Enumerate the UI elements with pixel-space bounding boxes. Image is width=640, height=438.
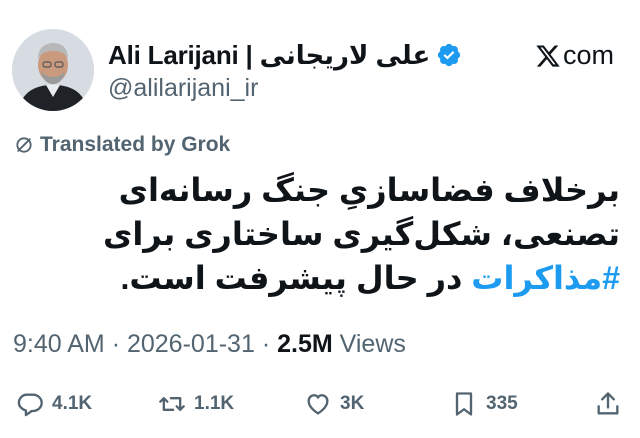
reply-button[interactable]: 4.1K <box>16 384 92 424</box>
post-time[interactable]: 9:40 AM <box>13 330 105 358</box>
like-count: 3K <box>340 393 365 414</box>
x-logo-text: com <box>562 40 614 70</box>
translation-label: Translated by Grok <box>40 133 231 156</box>
meta-separator: · <box>261 330 271 358</box>
post-text-before: برخلاف فضاسازیِ جنگ رسانه‌ای تصنعی، شکل‌… <box>102 172 620 252</box>
repost-icon <box>159 397 185 411</box>
meta-separator: · <box>111 330 121 358</box>
heart-icon <box>307 394 329 415</box>
translate-icon <box>16 137 32 153</box>
share-icon <box>597 392 619 415</box>
repost-count: 1.1K <box>194 393 235 414</box>
avatar-photo <box>12 29 94 111</box>
post-text: برخلاف فضاسازیِ جنگ رسانه‌ای تصنعی، شکل‌… <box>20 168 620 300</box>
reply-icon <box>17 393 43 417</box>
action-bar: 4.1K 1.1K 3K 335 <box>0 384 640 424</box>
post-date[interactable]: 2026-01-31 <box>127 330 255 358</box>
repost-button[interactable]: 1.1K <box>158 384 234 424</box>
views-label: Views <box>339 330 406 358</box>
like-button[interactable]: 3K <box>304 384 364 424</box>
hashtag-link[interactable]: #مذاکرات <box>471 260 620 296</box>
reply-count: 4.1K <box>52 393 93 414</box>
bookmark-button[interactable]: 335 <box>450 384 518 424</box>
post-meta: 9:40 AM · 2026-01-31 · 2.5M Views <box>13 330 406 359</box>
translation-notice[interactable]: Translated by Grok <box>14 133 230 157</box>
views-count: 2.5M <box>277 330 333 358</box>
author-handle[interactable]: @alilarijani_ir <box>108 74 258 103</box>
bookmark-count: 335 <box>486 393 518 414</box>
post-text-after: در حال پیشرفت است. <box>120 260 472 296</box>
verified-badge-icon <box>438 43 461 67</box>
share-button[interactable] <box>594 384 622 424</box>
avatar[interactable] <box>12 29 94 111</box>
author-name-row[interactable]: Ali Larijani | علی لاریجانی <box>108 38 462 72</box>
x-brand: com <box>535 40 614 71</box>
x-logo-icon <box>536 44 560 67</box>
author-display-name[interactable]: Ali Larijani | علی لاریجانی <box>108 40 430 71</box>
bookmark-icon <box>455 392 473 416</box>
